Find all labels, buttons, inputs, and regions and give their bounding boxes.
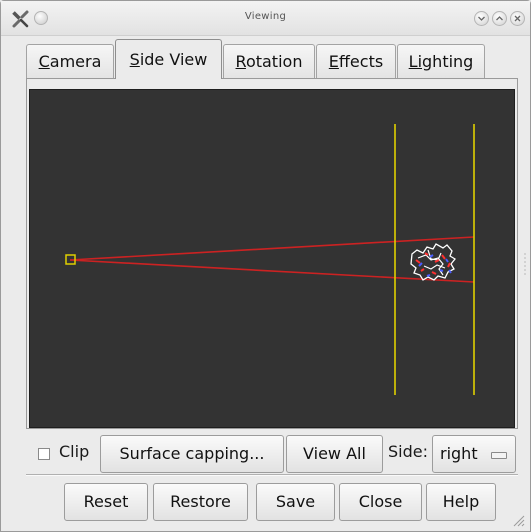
maximize-button[interactable] (492, 11, 507, 26)
chevron-down-icon (478, 16, 485, 21)
close-button[interactable]: Close (339, 483, 422, 521)
tab-label: otation (245, 52, 303, 71)
edge-grip-icon[interactable] (524, 251, 527, 277)
tab-camera[interactable]: Camera (26, 44, 114, 78)
side-select-value: right (440, 444, 478, 463)
save-button[interactable]: Save (256, 483, 335, 521)
side-view-drawing (65, 124, 475, 395)
title-bar[interactable]: Viewing (1, 1, 530, 36)
tab-effects[interactable]: Effects (316, 44, 396, 78)
tab-label: amera (49, 52, 102, 71)
tab-mnemonic: E (328, 52, 339, 71)
tab-mnemonic: S (129, 50, 140, 69)
molecule-model (410, 243, 456, 281)
tab-lighting[interactable]: Lighting (397, 44, 485, 78)
tab-mnemonic: C (38, 52, 50, 71)
tab-label: ghting (422, 52, 474, 71)
tab-side-view[interactable]: Side View (115, 39, 222, 79)
surface-capping-button[interactable]: Surface capping... (100, 435, 284, 473)
view-all-button[interactable]: View All (286, 435, 383, 473)
tab-label: ffects (338, 52, 384, 71)
frustum-lower-line (69, 259, 475, 283)
tab-label: ide View (139, 50, 208, 69)
side-view-canvas[interactable] (29, 89, 515, 428)
dropdown-indicator-icon (491, 452, 507, 459)
separator (26, 474, 518, 476)
tab-rotation[interactable]: Rotation (223, 44, 315, 78)
close-window-button[interactable] (510, 11, 525, 26)
viewing-dialog: Viewing Camera Side View Rotation Effect… (0, 0, 531, 532)
resize-grip-icon[interactable] (509, 511, 525, 527)
side-select[interactable]: right (432, 435, 516, 473)
minimize-button[interactable] (474, 11, 489, 26)
window-title: Viewing (244, 11, 287, 22)
reset-button[interactable]: Reset (64, 483, 148, 521)
frustum-upper-line (69, 236, 475, 261)
tab-mnemonic: Li (408, 52, 423, 71)
chevron-up-icon (496, 16, 503, 21)
restore-button[interactable]: Restore (153, 483, 248, 521)
close-icon (514, 15, 521, 22)
side-label: Side: (388, 442, 428, 461)
clip-label[interactable]: Clip (59, 442, 89, 461)
help-button[interactable]: Help (426, 483, 496, 521)
tab-mnemonic: R (235, 52, 246, 71)
clip-checkbox[interactable] (38, 448, 50, 460)
